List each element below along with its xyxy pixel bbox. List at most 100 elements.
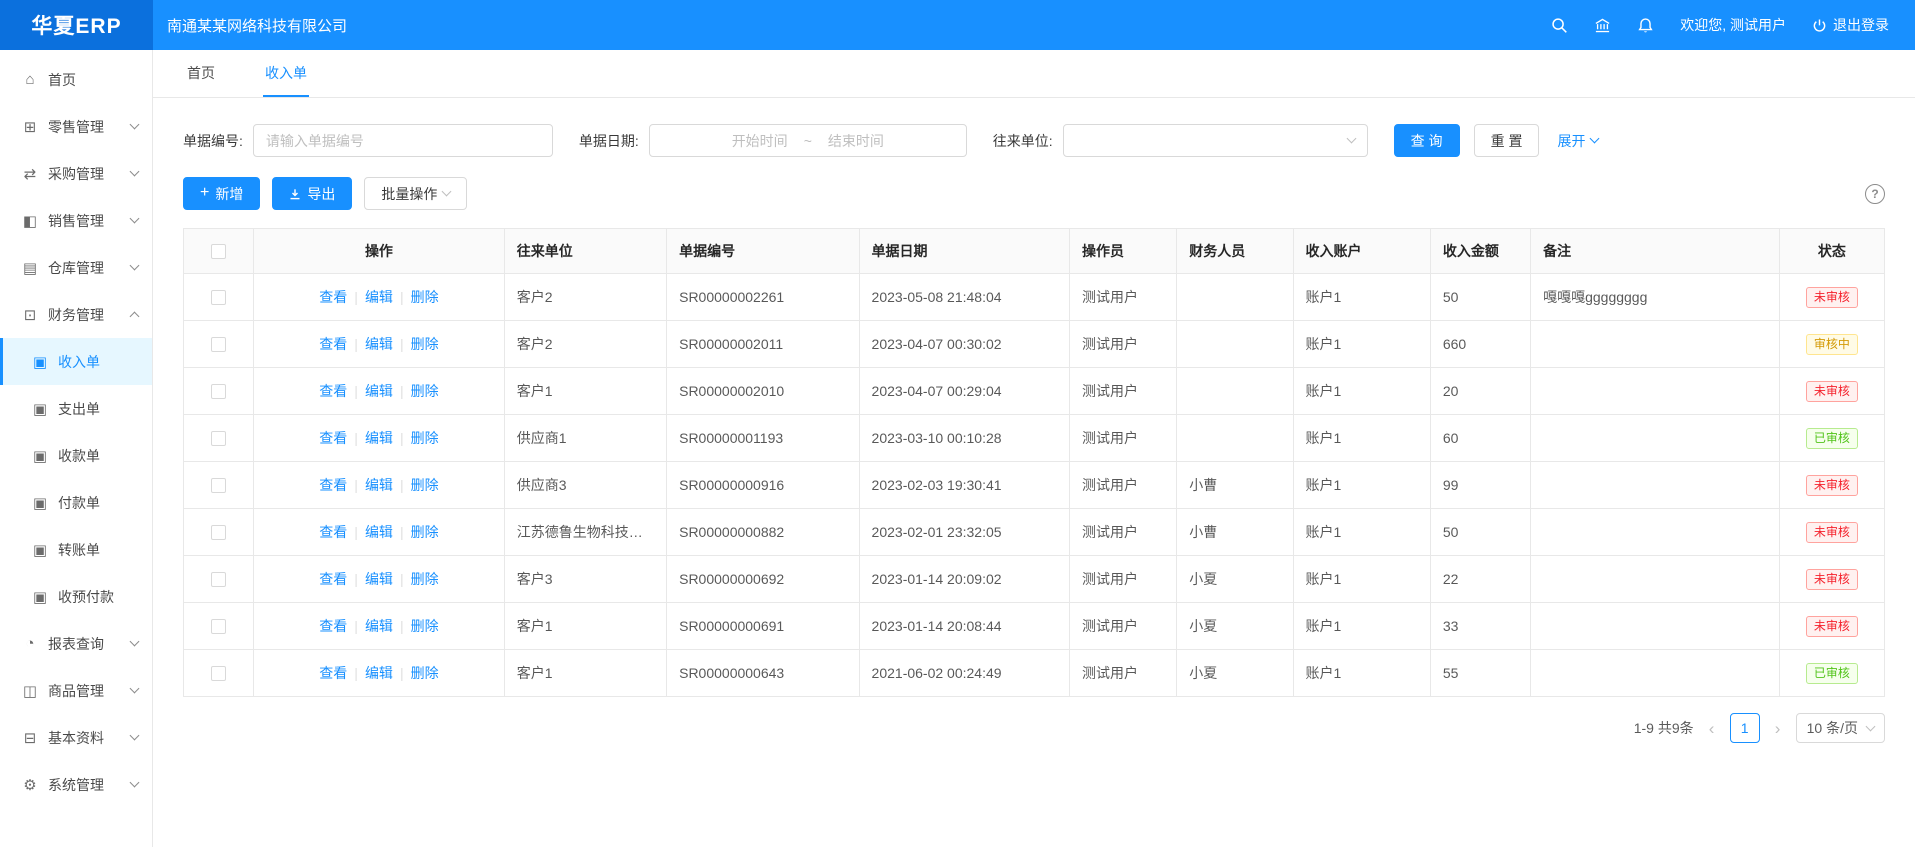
unit-select[interactable] — [1063, 124, 1368, 157]
reset-button[interactable]: 重 置 — [1474, 124, 1540, 157]
expand-filters-link[interactable]: 展开 — [1557, 131, 1598, 151]
table-row: 查看|编辑|删除 江苏德鲁生物科技有限... SR00000000882 202… — [184, 509, 1885, 556]
view-link[interactable]: 查看 — [319, 618, 347, 634]
cell-finance-staff: 小夏 — [1177, 556, 1293, 603]
cell-remark: 嘎嘎嘎gggggggg — [1531, 274, 1780, 321]
chevron-down-icon — [130, 778, 140, 788]
cell-date: 2023-01-14 20:09:02 — [859, 556, 1069, 603]
cell-status: 未审核 — [1779, 603, 1884, 650]
delete-link[interactable]: 删除 — [411, 665, 439, 681]
row-checkbox-cell — [184, 462, 254, 509]
edit-link[interactable]: 编辑 — [365, 383, 393, 399]
batch-actions-button[interactable]: 批量操作 — [364, 177, 467, 210]
help-icon[interactable]: ? — [1865, 184, 1885, 204]
row-checkbox[interactable] — [211, 525, 226, 540]
edit-link[interactable]: 编辑 — [365, 430, 393, 446]
search-icon[interactable] — [1551, 17, 1568, 34]
view-link[interactable]: 查看 — [319, 430, 347, 446]
row-checkbox[interactable] — [211, 572, 226, 587]
row-checkbox[interactable] — [211, 337, 226, 352]
view-link[interactable]: 查看 — [319, 383, 347, 399]
sidebar-item-advance-doc[interactable]: ▣收预付款 — [0, 573, 152, 620]
delete-link[interactable]: 删除 — [411, 477, 439, 493]
edit-link[interactable]: 编辑 — [365, 289, 393, 305]
sidebar-item-warehouse[interactable]: ▤仓库管理 — [0, 244, 152, 291]
tab-home[interactable]: 首页 — [185, 51, 217, 97]
sidebar-item-finance[interactable]: ⊡财务管理 — [0, 291, 152, 338]
delete-link[interactable]: 删除 — [411, 571, 439, 587]
edit-link[interactable]: 编辑 — [365, 524, 393, 540]
row-checkbox[interactable] — [211, 619, 226, 634]
doc-icon: ▣ — [32, 447, 48, 465]
sidebar-item-payment-doc[interactable]: ▣付款单 — [0, 479, 152, 526]
sidebar-item-report[interactable]: ◔报表查询 — [0, 620, 152, 667]
sidebar-item-transfer-doc[interactable]: ▣转账单 — [0, 526, 152, 573]
chevron-down-icon — [130, 731, 140, 741]
delete-link[interactable]: 删除 — [411, 289, 439, 305]
page-number-1[interactable]: 1 — [1730, 713, 1760, 743]
search-button[interactable]: 查 询 — [1394, 124, 1460, 157]
cell-unit: 江苏德鲁生物科技有限... — [504, 509, 666, 556]
status-badge: 未审核 — [1806, 569, 1858, 590]
tab-income[interactable]: 收入单 — [263, 51, 309, 97]
sidebar-item-system[interactable]: ⚙系统管理 — [0, 761, 152, 808]
sidebar-item-purchase[interactable]: ⇄采购管理 — [0, 150, 152, 197]
edit-link[interactable]: 编辑 — [365, 571, 393, 587]
delete-link[interactable]: 删除 — [411, 524, 439, 540]
next-page-button[interactable]: › — [1770, 720, 1786, 737]
cell-finance-staff — [1177, 274, 1293, 321]
row-checkbox[interactable] — [211, 384, 226, 399]
cell-status: 未审核 — [1779, 368, 1884, 415]
bell-icon[interactable] — [1637, 17, 1654, 34]
edit-link[interactable]: 编辑 — [365, 665, 393, 681]
cell-remark — [1531, 368, 1780, 415]
sidebar-item-sales[interactable]: ◧销售管理 — [0, 197, 152, 244]
page-size-select[interactable]: 10 条/页 — [1796, 713, 1885, 743]
delete-link[interactable]: 删除 — [411, 430, 439, 446]
sidebar-item-income-doc[interactable]: ▣收入单 — [0, 338, 152, 385]
cell-account: 账户1 — [1293, 556, 1430, 603]
export-button[interactable]: 导出 — [272, 177, 352, 210]
view-link[interactable]: 查看 — [319, 477, 347, 493]
edit-link[interactable]: 编辑 — [365, 336, 393, 352]
edit-link[interactable]: 编辑 — [365, 477, 393, 493]
sidebar-item-retail[interactable]: ⊞零售管理 — [0, 103, 152, 150]
delete-link[interactable]: 删除 — [411, 383, 439, 399]
cell-date: 2023-04-07 00:30:02 — [859, 321, 1069, 368]
view-link[interactable]: 查看 — [319, 571, 347, 587]
cell-unit: 客户1 — [504, 603, 666, 650]
sidebar-item-receipt-doc[interactable]: ▣收款单 — [0, 432, 152, 479]
sidebar-item-product[interactable]: ◫商品管理 — [0, 667, 152, 714]
row-checkbox[interactable] — [211, 431, 226, 446]
row-checkbox[interactable] — [211, 290, 226, 305]
prev-page-button[interactable]: ‹ — [1704, 720, 1720, 737]
action-toolbar: + 新增 导出 批量操作 ? — [183, 177, 1885, 210]
delete-link[interactable]: 删除 — [411, 618, 439, 634]
sidebar-item-label: 收预付款 — [58, 587, 114, 607]
edit-link[interactable]: 编辑 — [365, 618, 393, 634]
bank-icon[interactable] — [1594, 17, 1611, 34]
delete-link[interactable]: 删除 — [411, 336, 439, 352]
table-row: 查看|编辑|删除 供应商1 SR00000001193 2023-03-10 0… — [184, 415, 1885, 462]
cell-account: 账户1 — [1293, 462, 1430, 509]
finance-icon: ⊡ — [22, 306, 38, 324]
view-link[interactable]: 查看 — [319, 336, 347, 352]
date-range-input[interactable]: 开始时间 ~ 结束时间 — [649, 124, 967, 157]
view-link[interactable]: 查看 — [319, 665, 347, 681]
view-link[interactable]: 查看 — [319, 289, 347, 305]
row-checkbox[interactable] — [211, 478, 226, 493]
sidebar-item-basic[interactable]: ⊟基本资料 — [0, 714, 152, 761]
sidebar-item-home[interactable]: ⌂首页 — [0, 56, 152, 103]
action-separator: | — [354, 571, 358, 587]
table-row: 查看|编辑|删除 客户1 SR00000000691 2023-01-14 20… — [184, 603, 1885, 650]
logout-button[interactable]: 退出登录 — [1812, 15, 1889, 35]
sidebar-item-expense-doc[interactable]: ▣支出单 — [0, 385, 152, 432]
row-checkbox[interactable] — [211, 666, 226, 681]
select-all-checkbox[interactable] — [211, 244, 226, 259]
document-number-input[interactable] — [253, 124, 553, 157]
row-actions-cell: 查看|编辑|删除 — [254, 556, 505, 603]
cell-finance-staff — [1177, 415, 1293, 462]
cell-finance-staff: 小夏 — [1177, 650, 1293, 697]
view-link[interactable]: 查看 — [319, 524, 347, 540]
add-button[interactable]: + 新增 — [183, 177, 260, 210]
